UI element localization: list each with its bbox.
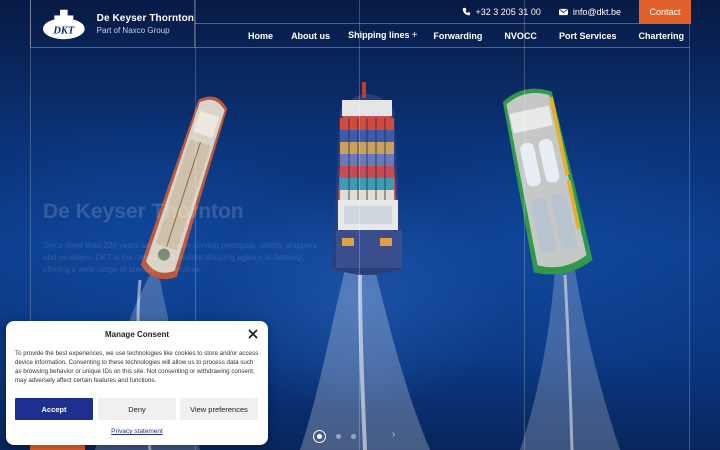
hero-text: Since more than 200 years we have been s… xyxy=(43,241,317,274)
phone-icon xyxy=(462,7,470,16)
slider-dot[interactable] xyxy=(336,434,341,439)
view-preferences-button[interactable]: View preferences xyxy=(180,398,258,420)
hero-title: De Keyser Thornton xyxy=(43,200,244,223)
nav-shipping-lines-label: Shipping lines xyxy=(348,30,410,40)
deny-button[interactable]: Deny xyxy=(98,398,176,420)
nav-about-us[interactable]: About us xyxy=(291,31,330,41)
close-icon[interactable] xyxy=(248,329,258,339)
top-contact-bar: +32 3 205 31 00 info@dkt.be Contact xyxy=(195,0,691,24)
nav-chartering[interactable]: Chartering xyxy=(638,31,684,41)
phone-link[interactable]: +32 3 205 31 00 xyxy=(462,7,541,17)
nav-nvocc[interactable]: NVOCC xyxy=(504,31,537,41)
brand-name: De Keyser Thornton xyxy=(96,12,194,24)
expand-plus-icon[interactable]: + xyxy=(412,30,418,41)
cookie-description: To provide the best experiences, we use … xyxy=(15,350,259,384)
grid-line xyxy=(524,0,525,450)
nav-shipping-lines[interactable]: Shipping lines + xyxy=(348,30,417,41)
nav-port-services[interactable]: Port Services xyxy=(559,31,617,41)
email-link[interactable]: info@dkt.be xyxy=(558,6,621,17)
main-navigation: Home About us Shipping lines + Forwarding… xyxy=(195,24,690,48)
slider-next-arrow-icon[interactable]: › xyxy=(392,429,395,440)
cookie-title: Manage Consent xyxy=(104,330,169,339)
nav-forwarding[interactable]: Forwarding xyxy=(433,31,482,41)
dkt-logo-icon: DKT xyxy=(42,9,85,39)
email-address: info@dkt.be xyxy=(572,6,621,17)
grid-line xyxy=(359,0,360,450)
nav-home[interactable]: Home xyxy=(248,31,273,41)
accept-button[interactable]: Accept xyxy=(15,398,93,420)
grid-line xyxy=(689,0,690,450)
cookie-consent-dialog: Manage Consent To provide the best exper… xyxy=(6,321,268,445)
slider-pagination xyxy=(313,430,356,443)
brand-logo-link[interactable]: DKT De Keyser Thornton Part of Naxco Gro… xyxy=(30,0,195,48)
logo-text: DKT xyxy=(52,25,74,36)
envelope-icon xyxy=(558,8,568,15)
contact-button[interactable]: Contact xyxy=(639,0,691,24)
brand-subtitle: Part of Naxco Group xyxy=(96,25,170,35)
privacy-statement-link[interactable]: Privacy statement xyxy=(6,428,268,435)
slider-dot-active[interactable] xyxy=(313,430,326,443)
slider-dot[interactable] xyxy=(351,434,356,439)
phone-number: +32 3 205 31 00 xyxy=(475,6,541,17)
